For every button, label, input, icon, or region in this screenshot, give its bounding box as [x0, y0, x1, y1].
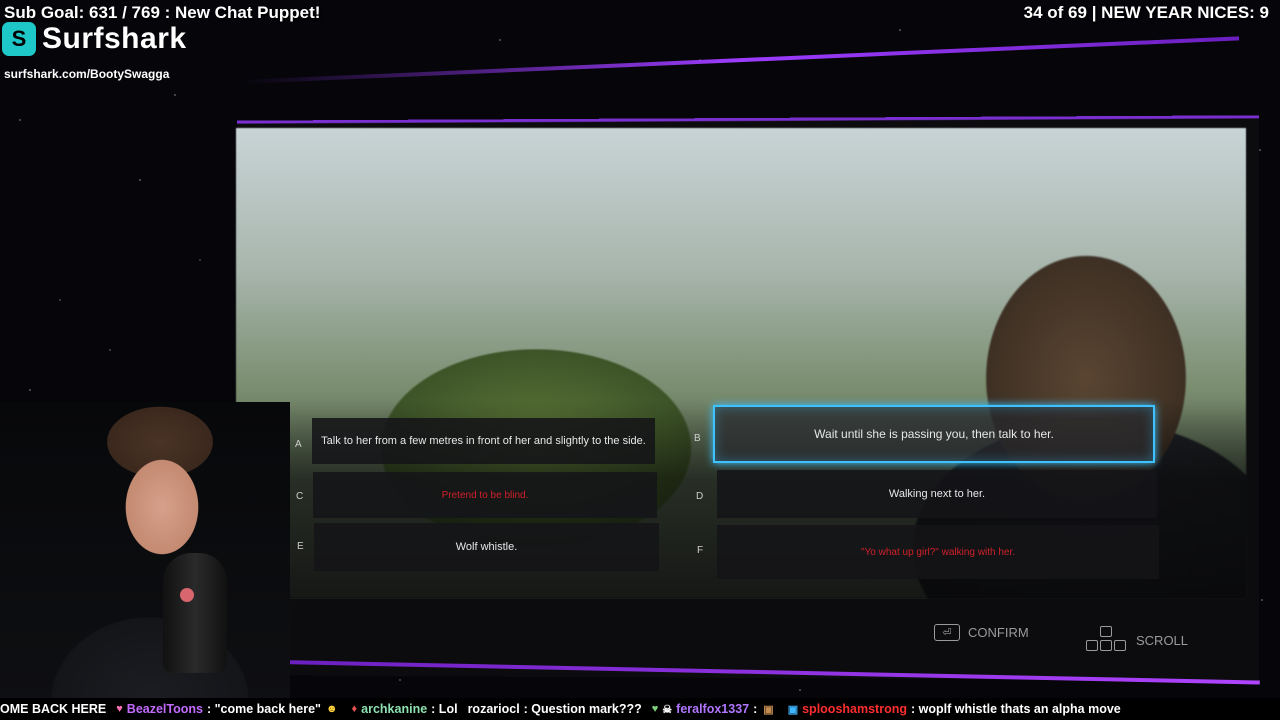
- sub-goal-text: Sub Goal: 631 / 769 : New Chat Puppet!: [4, 3, 321, 22]
- confirm-label: CONFIRM: [968, 625, 1029, 640]
- choice-c-letter: C: [296, 491, 304, 502]
- scroll-label: SCROLL: [1136, 632, 1189, 648]
- choice-b-button[interactable]: Wait until she is passing you, then talk…: [713, 405, 1155, 463]
- arrow-keys-icon: [1086, 626, 1126, 654]
- microphone: [163, 553, 227, 673]
- choice-e-button[interactable]: Wolf whistle.: [314, 523, 659, 571]
- ticker-username: splooshamstrong: [802, 702, 907, 716]
- ticker-username: feralfox1337: [676, 702, 750, 716]
- surfshark-logo-icon: S: [2, 22, 36, 56]
- choice-b-letter: B: [694, 433, 701, 444]
- choice-d-letter: D: [696, 491, 704, 502]
- scroll-control[interactable]: SCROLL: [1086, 626, 1188, 654]
- enter-key-icon: ⏎: [934, 624, 960, 641]
- ticker-username: rozariocl: [467, 702, 520, 716]
- skull-badge-icon: ☠: [662, 703, 673, 716]
- ticker-message: :: [753, 702, 758, 716]
- ticker-username: BeazelToons: [126, 702, 203, 716]
- chat-ticker: OME BACK HERE ♥ BeazelToons : "come back…: [0, 698, 1280, 720]
- choice-d-button[interactable]: Walking next to her.: [717, 470, 1157, 518]
- ticker-message: OME BACK HERE: [0, 702, 107, 716]
- choice-a-letter: A: [295, 439, 302, 450]
- choice-f-letter: F: [697, 545, 704, 556]
- ticker-username: archkanine: [361, 702, 428, 716]
- streamer-webcam: [0, 402, 290, 702]
- ticker-item: rozariocl : Question mark???: [468, 702, 642, 716]
- badge-icon: ♥: [651, 703, 659, 715]
- choice-e-letter: E: [297, 541, 304, 552]
- mic-logo-icon: [180, 588, 194, 602]
- badge-icon: ♦: [351, 703, 358, 715]
- ticker-message: : Question mark???: [523, 702, 642, 716]
- badge-icon: ▣: [787, 703, 799, 716]
- sponsor-banner: S Surfshark: [2, 22, 187, 56]
- ticker-message: : woplf whistle thats an alpha move: [910, 702, 1121, 716]
- ticker-item: ♦ archkanine : Lol: [352, 702, 458, 716]
- ticker-item: ♥ BeazelToons : "come back here" ☻: [116, 702, 341, 716]
- choice-a-button[interactable]: Talk to her from a few metres in front o…: [312, 418, 655, 464]
- emote-icon: ☻: [325, 703, 338, 715]
- choice-f-button[interactable]: "Yo what up girl?" walking with her.: [717, 525, 1159, 579]
- emote-icon: ▣: [763, 703, 774, 716]
- choice-c-button[interactable]: Pretend to be blind.: [313, 472, 657, 518]
- ticker-message: : Lol: [431, 702, 458, 716]
- sponsor-name: Surfshark: [42, 22, 187, 55]
- ticker-item: ▣ splooshamstrong : woplf whistle thats …: [788, 702, 1121, 716]
- nices-counter: 34 of 69 | NEW YEAR NICES: 9: [1023, 3, 1269, 22]
- ticker-item: ♥ ☠ feralfox1337 : ▣: [652, 702, 778, 716]
- ticker-message: : "come back here": [206, 702, 321, 716]
- sponsor-url: surfshark.com/BootySwagga: [4, 67, 170, 81]
- heart-badge-icon: ♥: [116, 703, 123, 715]
- ticker-item: OME BACK HERE: [0, 702, 106, 716]
- confirm-control[interactable]: ⏎ CONFIRM: [934, 624, 1029, 641]
